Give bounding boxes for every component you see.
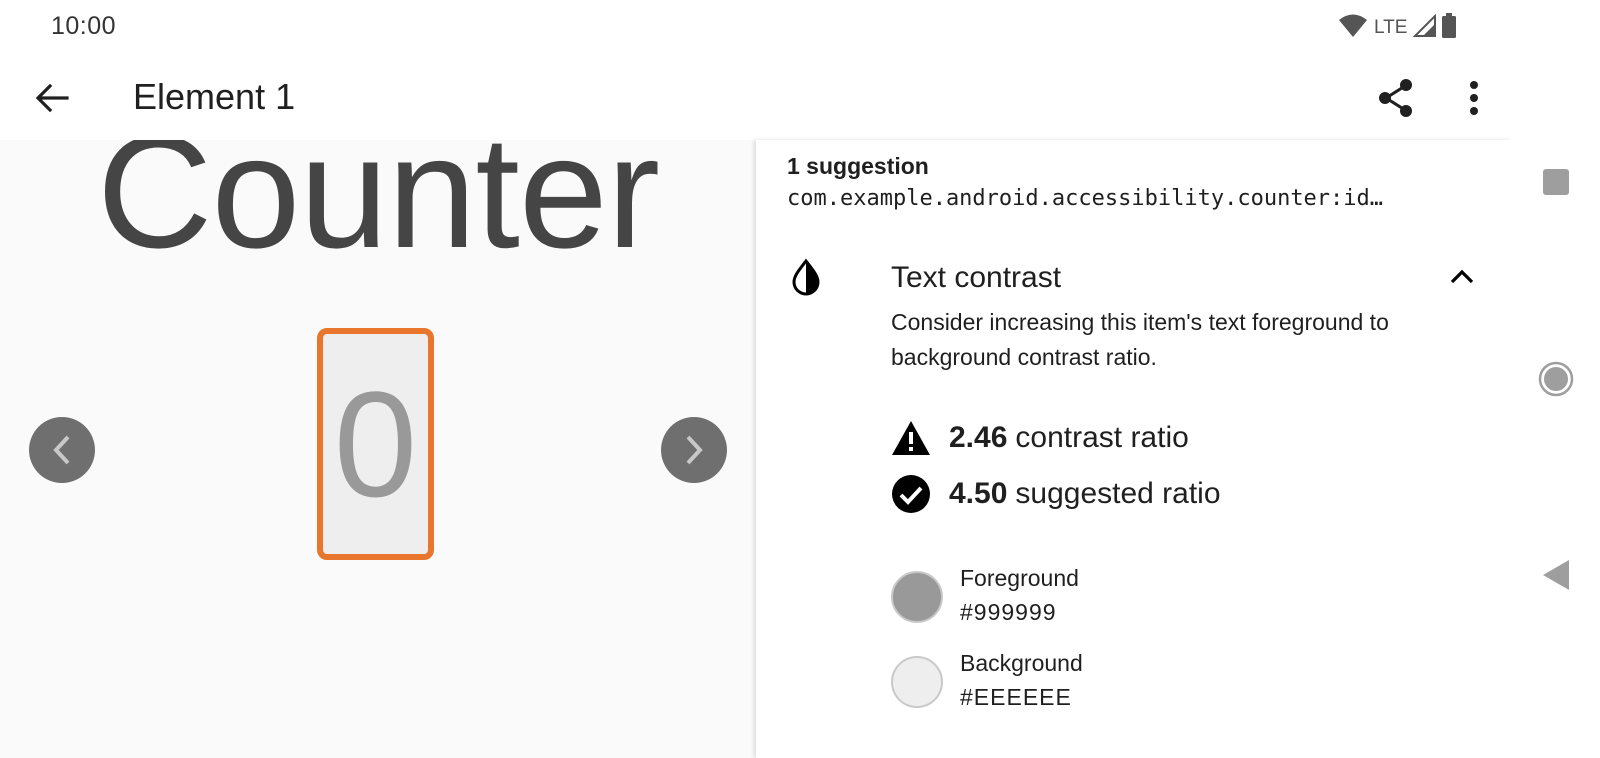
screenshot-preview: Counter 0 (0, 140, 756, 758)
home-icon (1538, 361, 1574, 397)
battery-icon (1441, 12, 1457, 44)
suggested-ratio-label: suggested ratio (1015, 477, 1221, 510)
collapse-button[interactable] (1440, 254, 1484, 298)
chevron-up-icon (1450, 269, 1474, 284)
network-type: LTE (1374, 17, 1408, 38)
more-options-button[interactable] (1448, 72, 1500, 124)
wifi-icon (1338, 13, 1368, 44)
status-time: 10:00 (51, 12, 117, 40)
contrast-ratio-row: 2.46 contrast ratio (891, 416, 1189, 460)
chevron-right-icon (686, 435, 703, 465)
counter-app-title: Counter (96, 140, 660, 281)
back-arrow-icon (35, 83, 69, 113)
back-button[interactable] (26, 72, 78, 124)
foreground-label: Foreground (960, 565, 1079, 591)
foreground-swatch (891, 571, 943, 623)
cell-signal-icon (1413, 13, 1437, 43)
background-label: Background (960, 650, 1083, 676)
system-navigation-bar (1512, 0, 1600, 758)
decrement-button[interactable] (29, 417, 95, 483)
suggested-ratio-value: 4.50 (949, 477, 1008, 510)
highlighted-counter-element[interactable]: 0 (317, 328, 434, 560)
contrast-icon (787, 258, 825, 296)
back-triangle-icon (1543, 560, 1569, 590)
app-bar: Element 1 (0, 56, 1512, 140)
foreground-hex: #999999 (960, 599, 1057, 625)
counter-value: 0 (333, 360, 418, 528)
status-icons: LTE (1338, 12, 1457, 44)
check-circle-icon (891, 474, 931, 514)
warning-icon (891, 418, 931, 458)
background-hex: #EEEEEE (960, 684, 1072, 710)
element-id: com.example.android.accessibility.counte… (787, 186, 1384, 211)
suggestion-panel: 1 suggestion com.example.android.accessi… (756, 140, 1512, 758)
home-button[interactable] (1512, 349, 1600, 409)
contrast-ratio-value: 2.46 (949, 421, 1008, 454)
suggestion-count: 1 suggestion (787, 153, 929, 179)
chevron-left-icon (53, 435, 70, 465)
status-bar: 10:00 LTE (0, 0, 1512, 56)
system-back-button[interactable] (1512, 545, 1600, 605)
increment-button[interactable] (661, 417, 727, 483)
check-description: Consider increasing this item's text for… (891, 309, 1389, 370)
recents-icon (1543, 169, 1569, 195)
app-window: 10:00 LTE Element 1 Counter 0 1 suggesti… (0, 0, 1600, 758)
check-title: Text contrast (891, 261, 1062, 294)
share-icon (1379, 79, 1412, 117)
background-swatch (891, 656, 943, 708)
suggested-ratio-row: 4.50 suggested ratio (891, 472, 1221, 516)
recents-button[interactable] (1512, 152, 1600, 212)
share-button[interactable] (1370, 72, 1422, 124)
more-vert-icon (1470, 81, 1478, 115)
contrast-ratio-label: contrast ratio (1015, 421, 1189, 454)
app-title: Element 1 (133, 76, 296, 117)
